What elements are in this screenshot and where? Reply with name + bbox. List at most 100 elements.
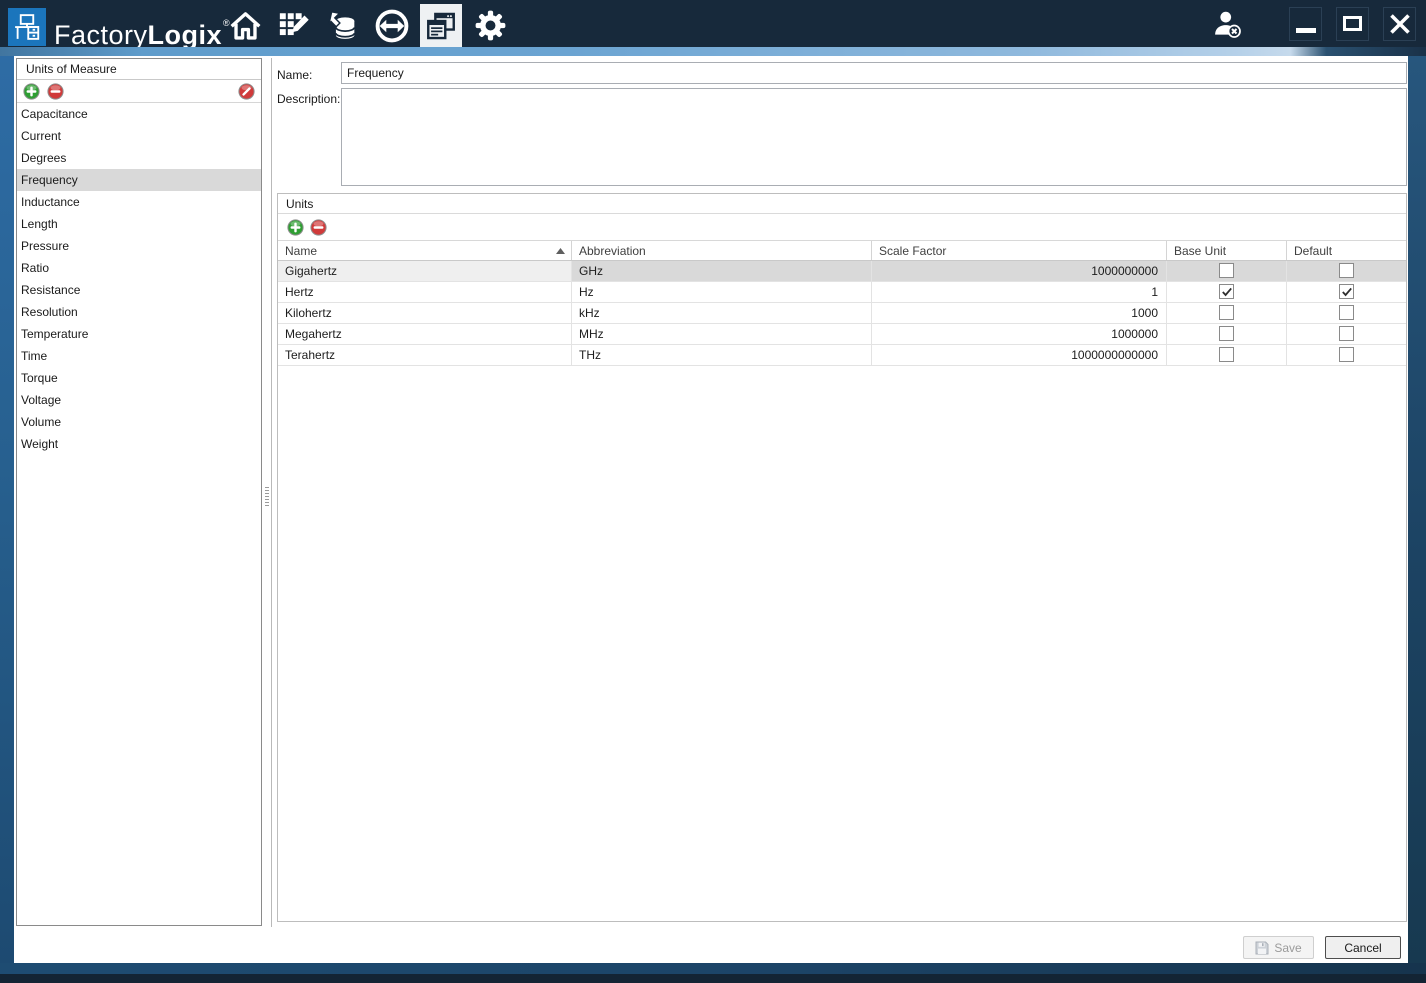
sidebar-item-ratio[interactable]: Ratio bbox=[17, 257, 261, 279]
nav-home-button[interactable] bbox=[224, 4, 266, 47]
minimize-icon bbox=[1295, 27, 1316, 33]
sidebar-item-time[interactable]: Time bbox=[17, 345, 261, 367]
column-header-scale-factor[interactable]: Scale Factor bbox=[871, 241, 1166, 260]
unit-base-cell bbox=[1166, 345, 1286, 365]
minimize-button[interactable] bbox=[1289, 6, 1322, 41]
units-table: Name Abbreviation Scale Factor Base Unit… bbox=[278, 240, 1406, 366]
default-checkbox[interactable] bbox=[1339, 284, 1354, 299]
default-checkbox[interactable] bbox=[1339, 305, 1354, 320]
home-icon bbox=[230, 12, 260, 40]
sidebar-item-volume[interactable]: Volume bbox=[17, 411, 261, 433]
unit-row-gigahertz[interactable]: Gigahertz GHz 1000000000 bbox=[278, 261, 1406, 282]
gear-icon bbox=[475, 10, 505, 41]
nav-data-import-button[interactable] bbox=[322, 4, 364, 47]
unit-abbreviation-cell: GHz bbox=[571, 261, 871, 281]
name-input[interactable] bbox=[341, 62, 1407, 84]
units-table-body: Gigahertz GHz 1000000000 Hertz Hz 1 Kilohertz k… bbox=[278, 261, 1406, 366]
block-measure-button[interactable] bbox=[238, 82, 255, 100]
sidebar-item-pressure[interactable]: Pressure bbox=[17, 235, 261, 257]
sign-out-button[interactable] bbox=[1207, 6, 1247, 42]
unit-abbreviation-cell: MHz bbox=[571, 324, 871, 344]
sidebar-item-resolution[interactable]: Resolution bbox=[17, 301, 261, 323]
close-icon bbox=[1389, 13, 1410, 34]
sidebar-item-temperature[interactable]: Temperature bbox=[17, 323, 261, 345]
sidebar-item-length[interactable]: Length bbox=[17, 213, 261, 235]
units-groupbox: Units Name Abbreviation Scale Factor Bas… bbox=[277, 193, 1407, 922]
units-title: Units bbox=[278, 194, 1406, 214]
sidebar-item-inductance[interactable]: Inductance bbox=[17, 191, 261, 213]
app-title: FactoryLogix® bbox=[54, 18, 231, 50]
units-of-measure-panel: Units of Measure Capacitance Current Deg… bbox=[16, 58, 262, 926]
maximize-icon bbox=[1343, 16, 1362, 31]
remove-measure-button[interactable] bbox=[47, 82, 64, 100]
description-input[interactable] bbox=[341, 88, 1407, 186]
base-unit-checkbox[interactable] bbox=[1219, 263, 1234, 278]
nav-settings-button[interactable] bbox=[469, 4, 511, 47]
remove-unit-button[interactable] bbox=[310, 218, 327, 236]
sidebar-item-voltage[interactable]: Voltage bbox=[17, 389, 261, 411]
column-header-base-unit[interactable]: Base Unit bbox=[1166, 241, 1286, 260]
unit-scale-factor-cell: 1000000000000 bbox=[871, 345, 1166, 365]
save-icon bbox=[1255, 941, 1269, 954]
close-button[interactable] bbox=[1383, 6, 1416, 41]
cancel-button[interactable]: Cancel bbox=[1325, 936, 1401, 959]
panel-divider bbox=[271, 58, 272, 927]
nav-transfer-button[interactable] bbox=[371, 4, 413, 47]
windows-icon bbox=[427, 12, 455, 39]
app-window: FactoryLogix® Units of Measure Capacitan… bbox=[0, 0, 1426, 983]
window-accent-top bbox=[0, 47, 1426, 56]
sidebar-item-current[interactable]: Current bbox=[17, 125, 261, 147]
unit-base-cell bbox=[1166, 282, 1286, 302]
unit-default-cell bbox=[1286, 324, 1406, 344]
block-icon bbox=[238, 82, 255, 100]
nav-grid-edit-button[interactable] bbox=[273, 4, 315, 47]
name-label: Name: bbox=[277, 68, 313, 82]
unit-default-cell bbox=[1286, 345, 1406, 365]
sidebar-item-capacitance[interactable]: Capacitance bbox=[17, 103, 261, 125]
default-checkbox[interactable] bbox=[1339, 263, 1354, 278]
grid-edit-icon bbox=[279, 12, 309, 35]
unit-abbreviation-cell: kHz bbox=[571, 303, 871, 323]
nav-windows-button[interactable] bbox=[420, 4, 462, 47]
unit-base-cell bbox=[1166, 261, 1286, 281]
base-unit-checkbox[interactable] bbox=[1219, 305, 1234, 320]
default-checkbox[interactable] bbox=[1339, 347, 1354, 362]
base-unit-checkbox[interactable] bbox=[1219, 284, 1234, 299]
unit-scale-factor-cell: 1000 bbox=[871, 303, 1166, 323]
unit-row-terahertz[interactable]: Terahertz THz 1000000000000 bbox=[278, 345, 1406, 366]
unit-base-cell bbox=[1166, 303, 1286, 323]
remove-icon bbox=[310, 218, 327, 236]
base-unit-checkbox[interactable] bbox=[1219, 326, 1234, 341]
unit-name-cell: Terahertz bbox=[285, 348, 336, 362]
unit-base-cell bbox=[1166, 324, 1286, 344]
splitter-handle[interactable] bbox=[265, 487, 269, 508]
sidebar-item-weight[interactable]: Weight bbox=[17, 433, 261, 455]
base-unit-checkbox[interactable] bbox=[1219, 347, 1234, 362]
description-label: Description: bbox=[277, 92, 341, 106]
units-table-header: Name Abbreviation Scale Factor Base Unit… bbox=[278, 240, 1406, 261]
column-header-default[interactable]: Default bbox=[1286, 241, 1406, 260]
unit-name-cell: Megahertz bbox=[285, 327, 342, 341]
save-button[interactable]: Save bbox=[1243, 936, 1314, 959]
user-signout-icon bbox=[1215, 11, 1241, 38]
sidebar-item-degrees[interactable]: Degrees bbox=[17, 147, 261, 169]
unit-default-cell bbox=[1286, 261, 1406, 281]
unit-row-kilohertz[interactable]: Kilohertz kHz 1000 bbox=[278, 303, 1406, 324]
default-checkbox[interactable] bbox=[1339, 326, 1354, 341]
sidebar-toolbar bbox=[17, 80, 261, 103]
unit-name-cell: Gigahertz bbox=[278, 261, 571, 281]
sidebar-item-torque[interactable]: Torque bbox=[17, 367, 261, 389]
maximize-button[interactable] bbox=[1336, 6, 1369, 41]
sidebar-item-resistance[interactable]: Resistance bbox=[17, 279, 261, 301]
unit-row-megahertz[interactable]: Megahertz MHz 1000000 bbox=[278, 324, 1406, 345]
add-unit-button[interactable] bbox=[287, 218, 304, 236]
sidebar-title: Units of Measure bbox=[17, 59, 261, 80]
sidebar-item-frequency[interactable]: Frequency bbox=[17, 169, 261, 191]
column-header-abbreviation[interactable]: Abbreviation bbox=[571, 241, 871, 260]
column-header-name[interactable]: Name bbox=[278, 241, 571, 260]
add-measure-button[interactable] bbox=[23, 82, 40, 100]
unit-scale-factor-cell: 1000000000 bbox=[871, 261, 1166, 281]
unit-scale-factor-cell: 1000000 bbox=[871, 324, 1166, 344]
unit-row-hertz[interactable]: Hertz Hz 1 bbox=[278, 282, 1406, 303]
uom-list: Capacitance Current Degrees Frequency Induct… bbox=[17, 103, 261, 455]
